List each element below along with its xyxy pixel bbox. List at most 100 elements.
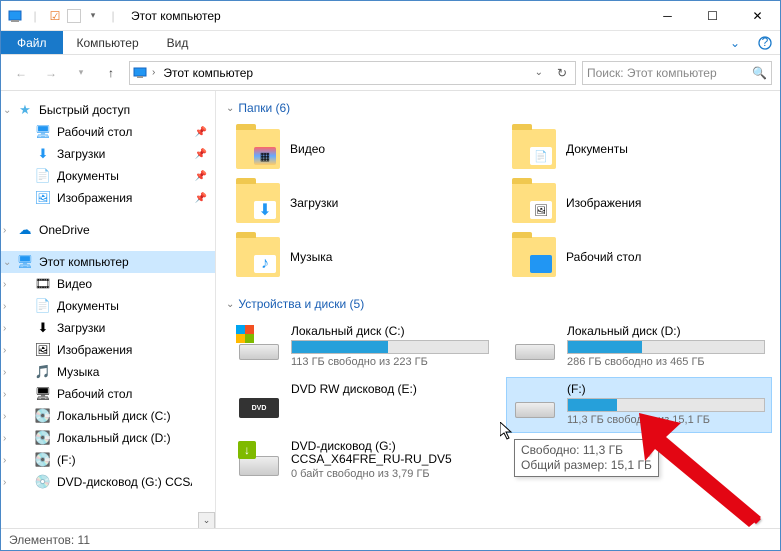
chevron-right-icon[interactable]: ›: [3, 367, 15, 378]
ribbon-tabs: Файл Компьютер Вид ⌄ ?: [1, 31, 780, 55]
drive-icon: [237, 324, 281, 360]
folder-icon: [512, 237, 556, 277]
refresh-button[interactable]: ↻: [551, 62, 573, 84]
close-button[interactable]: ✕: [735, 1, 780, 30]
search-input[interactable]: Поиск: Этот компьютер 🔍: [582, 61, 772, 85]
group-header-drives[interactable]: ⌄Устройства и диски (5): [224, 293, 772, 315]
drive-e[interactable]: DVD DVD RW дисковод (E:): [230, 377, 496, 433]
drive-icon: [513, 382, 557, 418]
chevron-down-icon: ⌄: [226, 299, 234, 310]
sidebar-item-quick-access[interactable]: ⌄★Быстрый доступ: [1, 99, 215, 121]
sidebar-item-music[interactable]: ›🎵Музыка: [1, 361, 215, 383]
drive-g[interactable]: DVD-дисковод (G:) CCSA_X64FRE_RU-RU_DV50…: [230, 435, 496, 491]
chevron-right-icon[interactable]: ›: [3, 455, 15, 466]
desktop-icon: 🖥: [35, 124, 51, 140]
dvd-icon: [237, 440, 281, 476]
pc-icon: [132, 65, 148, 81]
qat-blank-icon[interactable]: [67, 9, 81, 23]
sidebar-item-desktop[interactable]: ›🖥Рабочий стол: [1, 383, 215, 405]
documents-icon: 📄: [35, 168, 51, 184]
sidebar-item-onedrive[interactable]: ›☁OneDrive: [1, 219, 215, 241]
address-bar[interactable]: › Этот компьютер ⌄ ↻: [129, 61, 576, 85]
chevron-right-icon[interactable]: ›: [3, 323, 15, 334]
sidebar-item-downloads[interactable]: ›⬇Загрузки: [1, 317, 215, 339]
downloads-icon: ⬇: [35, 320, 51, 336]
chevron-right-icon[interactable]: ›: [3, 301, 15, 312]
chevron-right-icon[interactable]: ›: [3, 477, 15, 488]
videos-icon: 🎞: [35, 276, 51, 292]
drive-f[interactable]: (F:)11,3 ГБ свободно из 15,1 ГБ: [506, 377, 772, 433]
help-icon[interactable]: ?: [750, 31, 780, 54]
chevron-right-icon[interactable]: ›: [3, 433, 15, 444]
music-icon: 🎵: [35, 364, 51, 380]
titlebar: | ☑ ▾ | Этот компьютер ─ ☐ ✕: [1, 1, 780, 31]
drive-icon: 💽: [35, 452, 51, 468]
pictures-icon: 🖼: [35, 342, 51, 358]
folder-icon: ♪: [236, 237, 280, 277]
tab-view[interactable]: Вид: [153, 31, 203, 54]
pictures-icon: 🖼: [35, 190, 51, 206]
ribbon-expand-icon[interactable]: ⌄: [720, 31, 750, 54]
pin-icon: 📌: [195, 127, 207, 138]
drive-icon: [513, 324, 557, 360]
tab-computer[interactable]: Компьютер: [63, 31, 153, 54]
forward-button[interactable]: →: [39, 61, 63, 85]
folder-downloads[interactable]: ⬇Загрузки: [230, 177, 496, 229]
app-icon[interactable]: [7, 8, 23, 24]
chevron-right-icon[interactable]: ›: [3, 279, 15, 290]
drives-grid: Локальный диск (C:)113 ГБ свободно из 22…: [224, 315, 772, 501]
window-title: Этот компьютер: [131, 9, 221, 23]
drive-c[interactable]: Локальный диск (C:)113 ГБ свободно из 22…: [230, 319, 496, 375]
chevron-right-icon[interactable]: ›: [3, 411, 15, 422]
sidebar-item-pictures[interactable]: ›🖼Изображения: [1, 339, 215, 361]
drive-icon: 💽: [35, 408, 51, 424]
chevron-right-icon[interactable]: ›: [3, 225, 15, 236]
qat-dropdown-icon[interactable]: ▾: [85, 8, 101, 24]
up-button[interactable]: ↑: [99, 61, 123, 85]
body: ⌄★Быстрый доступ 🖥Рабочий стол📌 ⬇Загрузк…: [1, 91, 780, 529]
sidebar-item-drive-d[interactable]: ›💽Локальный диск (D:): [1, 427, 215, 449]
sidebar-item-this-pc[interactable]: ⌄🖥Этот компьютер: [1, 251, 215, 273]
sidebar-item-drive-f[interactable]: ›💽(F:): [1, 449, 215, 471]
pin-icon: 📌: [195, 193, 207, 204]
back-button[interactable]: ←: [9, 61, 33, 85]
recent-dropdown-icon[interactable]: ▾: [69, 61, 93, 85]
chevron-right-icon[interactable]: ›: [3, 345, 15, 356]
chevron-down-icon[interactable]: ⌄: [3, 257, 15, 268]
maximize-button[interactable]: ☐: [690, 1, 735, 30]
sidebar-item-drive-c[interactable]: ›💽Локальный диск (C:): [1, 405, 215, 427]
pc-icon: 🖥: [17, 254, 33, 270]
scroll-down-button[interactable]: ⌄: [198, 512, 215, 529]
quick-access-toolbar: | ☑ ▾ |: [7, 8, 121, 24]
star-icon: ★: [17, 102, 33, 118]
sidebar-item-documents[interactable]: ›📄Документы: [1, 295, 215, 317]
minimize-button[interactable]: ─: [645, 1, 690, 30]
chevron-right-icon[interactable]: ›: [152, 67, 155, 78]
sidebar-item-documents[interactable]: 📄Документы📌: [1, 165, 215, 187]
sidebar-item-desktop[interactable]: 🖥Рабочий стол📌: [1, 121, 215, 143]
sidebar-item-downloads[interactable]: ⬇Загрузки📌: [1, 143, 215, 165]
group-header-folders[interactable]: ⌄Папки (6): [224, 97, 772, 119]
sidebar-item-videos[interactable]: ›🎞Видео: [1, 273, 215, 295]
sidebar-item-drive-g[interactable]: ›💿DVD-дисковод (G:) CCSA_): [1, 471, 215, 493]
content-pane: ⌄Папки (6) ▦Видео 📄Документы ⬇Загрузки 🖼…: [216, 91, 780, 529]
properties-icon[interactable]: ☑: [47, 8, 63, 24]
dvd-icon: DVD: [237, 382, 281, 418]
folder-desktop[interactable]: Рабочий стол: [506, 231, 772, 283]
chevron-right-icon[interactable]: ›: [3, 389, 15, 400]
chevron-down-icon[interactable]: ⌄: [3, 105, 15, 116]
drive-d[interactable]: Локальный диск (D:)286 ГБ свободно из 46…: [506, 319, 772, 375]
folder-pictures[interactable]: 🖼Изображения: [506, 177, 772, 229]
statusbar: Элементов: 11: [1, 528, 780, 550]
folder-music[interactable]: ♪Музыка: [230, 231, 496, 283]
search-icon[interactable]: 🔍: [752, 66, 767, 80]
address-dropdown-icon[interactable]: ⌄: [531, 67, 547, 78]
folder-icon: ▦: [236, 129, 280, 169]
navbar: ← → ▾ ↑ › Этот компьютер ⌄ ↻ Поиск: Этот…: [1, 55, 780, 91]
svg-text:?: ?: [762, 36, 769, 49]
sidebar-item-pictures[interactable]: 🖼Изображения📌: [1, 187, 215, 209]
folder-documents[interactable]: 📄Документы: [506, 123, 772, 175]
breadcrumb[interactable]: Этот компьютер: [159, 64, 257, 82]
folder-videos[interactable]: ▦Видео: [230, 123, 496, 175]
tab-file[interactable]: Файл: [1, 31, 63, 54]
